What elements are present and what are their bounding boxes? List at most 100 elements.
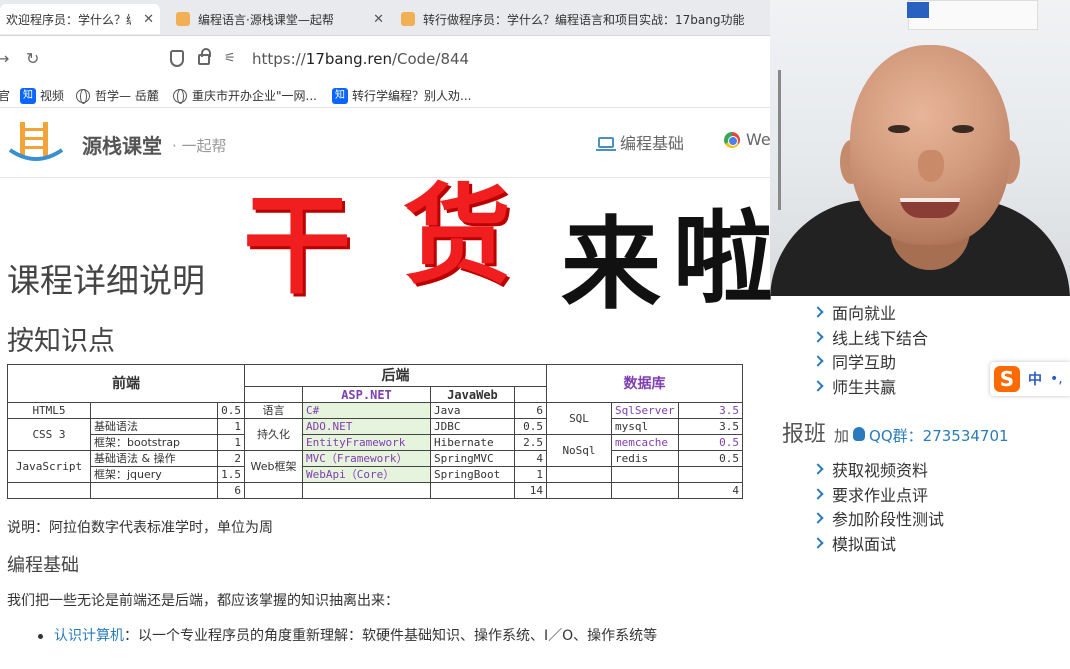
table-cell: HTML5 [7, 402, 91, 419]
table-cell: SQL [546, 402, 612, 435]
bookmark-label: 重庆市开办企业"一网... [192, 89, 317, 103]
zhihu-icon: 知 [20, 87, 36, 104]
table-cell: 0.5 [514, 418, 547, 435]
table-row: 框架：jquery 1.5 WebApi（Core） SpringBoot 1 [8, 466, 743, 483]
site-name[interactable]: 源栈课堂 [82, 130, 162, 159]
qq-group-link[interactable]: QQ群：273534701 [869, 425, 1009, 446]
tab-languages[interactable]: 编程语言·源栈课堂—起帮 ✕ [170, 4, 390, 34]
table-cell: Hibernate [430, 434, 515, 451]
ime-mode-toggle[interactable]: 中 [1028, 369, 1042, 389]
ime-punct-toggle[interactable]: •, [1050, 371, 1063, 387]
enroll-add: 加 [834, 427, 850, 445]
nav-web[interactable]: We [724, 130, 771, 149]
webcam-overlay [770, 0, 1070, 296]
table-cell [546, 482, 612, 499]
table-cell: 框架：bootstrap [90, 434, 218, 451]
reload-icon[interactable]: ↻ [26, 49, 39, 68]
logo-ladder-icon[interactable] [8, 120, 64, 164]
table-cell: C# [302, 402, 431, 419]
chevron-right-icon [812, 331, 824, 343]
ime-toolbar[interactable]: S 中 •, [990, 362, 1070, 396]
table-cell: SqlServer [611, 402, 679, 419]
table-cell: 1.5 [217, 466, 245, 483]
chevron-right-icon [812, 355, 824, 367]
permissions-icon[interactable]: ⚟ [224, 51, 236, 66]
list-item: 模拟面试 [812, 531, 944, 556]
list-item-label: 线上线下结合 [832, 328, 929, 348]
wall-card [907, 2, 929, 18]
tab-label: 欢迎程序员：学什么？编程语 [6, 12, 131, 27]
section-heading-basics: 编程基础 [7, 555, 79, 576]
bookmark-item[interactable]: 知 转行学编程？别人劝... [332, 87, 471, 104]
course-table: 前端 后端 数据库 ASP.NET JavaWeb HTML5 0.5 语言 C… [7, 364, 743, 499]
tab-label: 转行做程序员：学什么？编程语言和项目实战：17bang功能 [423, 12, 745, 27]
list-item: 线上线下结合 [812, 325, 928, 350]
header-javaweb: JavaWeb [430, 386, 515, 403]
laptop-icon [596, 136, 616, 151]
table-cell: 持久化 [244, 418, 303, 451]
site-favicon-icon [176, 12, 190, 26]
table-cell: 2.5 [514, 434, 547, 451]
tab-career[interactable]: 转行做程序员：学什么？编程语言和项目实战：17bang功能 [395, 4, 770, 34]
close-icon[interactable]: ✕ [373, 12, 384, 27]
wall-cable [778, 70, 781, 210]
table-note: 说明：阿拉伯数字代表标准学时，单位为周 [7, 520, 273, 536]
lock-icon[interactable] [198, 48, 211, 65]
list-item-label: 参加阶段性测试 [832, 510, 945, 530]
table-cell [90, 402, 218, 419]
bullet-icon [38, 634, 43, 639]
tab-welcome[interactable]: 欢迎程序员：学什么？编程语 ✕ [0, 4, 160, 34]
list-item-label: 面向就业 [832, 304, 897, 324]
table-cell [546, 466, 612, 483]
table-cell [244, 482, 303, 499]
url-path: /Code/844 [391, 50, 470, 68]
list-item: 参加阶段性测试 [812, 506, 944, 531]
sogou-ime-icon[interactable]: S [994, 366, 1020, 392]
tab-label: 编程语言·源栈课堂—起帮 [198, 12, 334, 27]
table-cell: memcache [611, 434, 679, 451]
overlay-char: 干 [243, 184, 352, 309]
chevron-right-icon [812, 537, 824, 549]
close-icon[interactable]: ✕ [143, 12, 154, 27]
chevron-right-icon [812, 306, 824, 318]
link-understand-computer[interactable]: 认识计算机 [54, 628, 124, 644]
chevron-right-icon [812, 488, 824, 500]
table-cell [244, 386, 303, 403]
qq-penguin-icon [853, 427, 866, 441]
bookmark-item[interactable]: 重庆市开办企业"一网... [173, 87, 317, 104]
table-cell [514, 386, 547, 403]
list-item: 要求作业点评 [812, 482, 944, 507]
bookmark-item[interactable]: 官 [0, 87, 10, 104]
table-cell: 0.5 [678, 450, 743, 467]
chevron-right-icon [812, 463, 824, 475]
header-database: 数据库 [546, 364, 743, 403]
table-row-total: 6 14 4 [7, 482, 743, 499]
nav-label: We [746, 130, 771, 149]
site-subtitle: · 一起帮 [172, 137, 227, 155]
table-row: 框架：bootstrap 1 EntityFramework Hibernate… [8, 434, 743, 467]
presenter-nose [918, 150, 944, 182]
header-backend: 后端 [244, 364, 547, 387]
presenter-eye [952, 125, 974, 133]
nav-programming-basics[interactable]: 编程基础 [596, 130, 684, 154]
shield-icon[interactable] [170, 50, 184, 67]
table-cell: 基础语法 & 操作 [90, 450, 218, 467]
zhihu-icon: 知 [332, 87, 348, 104]
chevron-right-icon [812, 512, 824, 524]
bookmark-label: 视频 [40, 89, 65, 103]
section-heading: 按知识点 [7, 326, 115, 357]
bookmark-label: 转行学编程？别人劝... [352, 89, 472, 103]
site-favicon-icon [401, 12, 415, 26]
enroll-title: 报班 [782, 422, 827, 447]
url-field[interactable]: https://17bang.ren/Code/844 [252, 50, 469, 68]
table-cell: ADO.NET [302, 418, 431, 435]
chevron-right-icon [812, 380, 824, 392]
globe-icon [173, 88, 187, 104]
list-item-label: 同学互助 [832, 353, 897, 373]
forward-icon[interactable]: → [0, 49, 9, 68]
table-cell: JavaScript [7, 450, 91, 483]
bookmark-item[interactable]: 知 视频 [20, 87, 64, 104]
list-item-label: 模拟面试 [832, 534, 897, 554]
bookmark-item[interactable]: 哲学— 岳麓 [76, 87, 159, 104]
table-cell: CSS 3 [7, 418, 91, 451]
